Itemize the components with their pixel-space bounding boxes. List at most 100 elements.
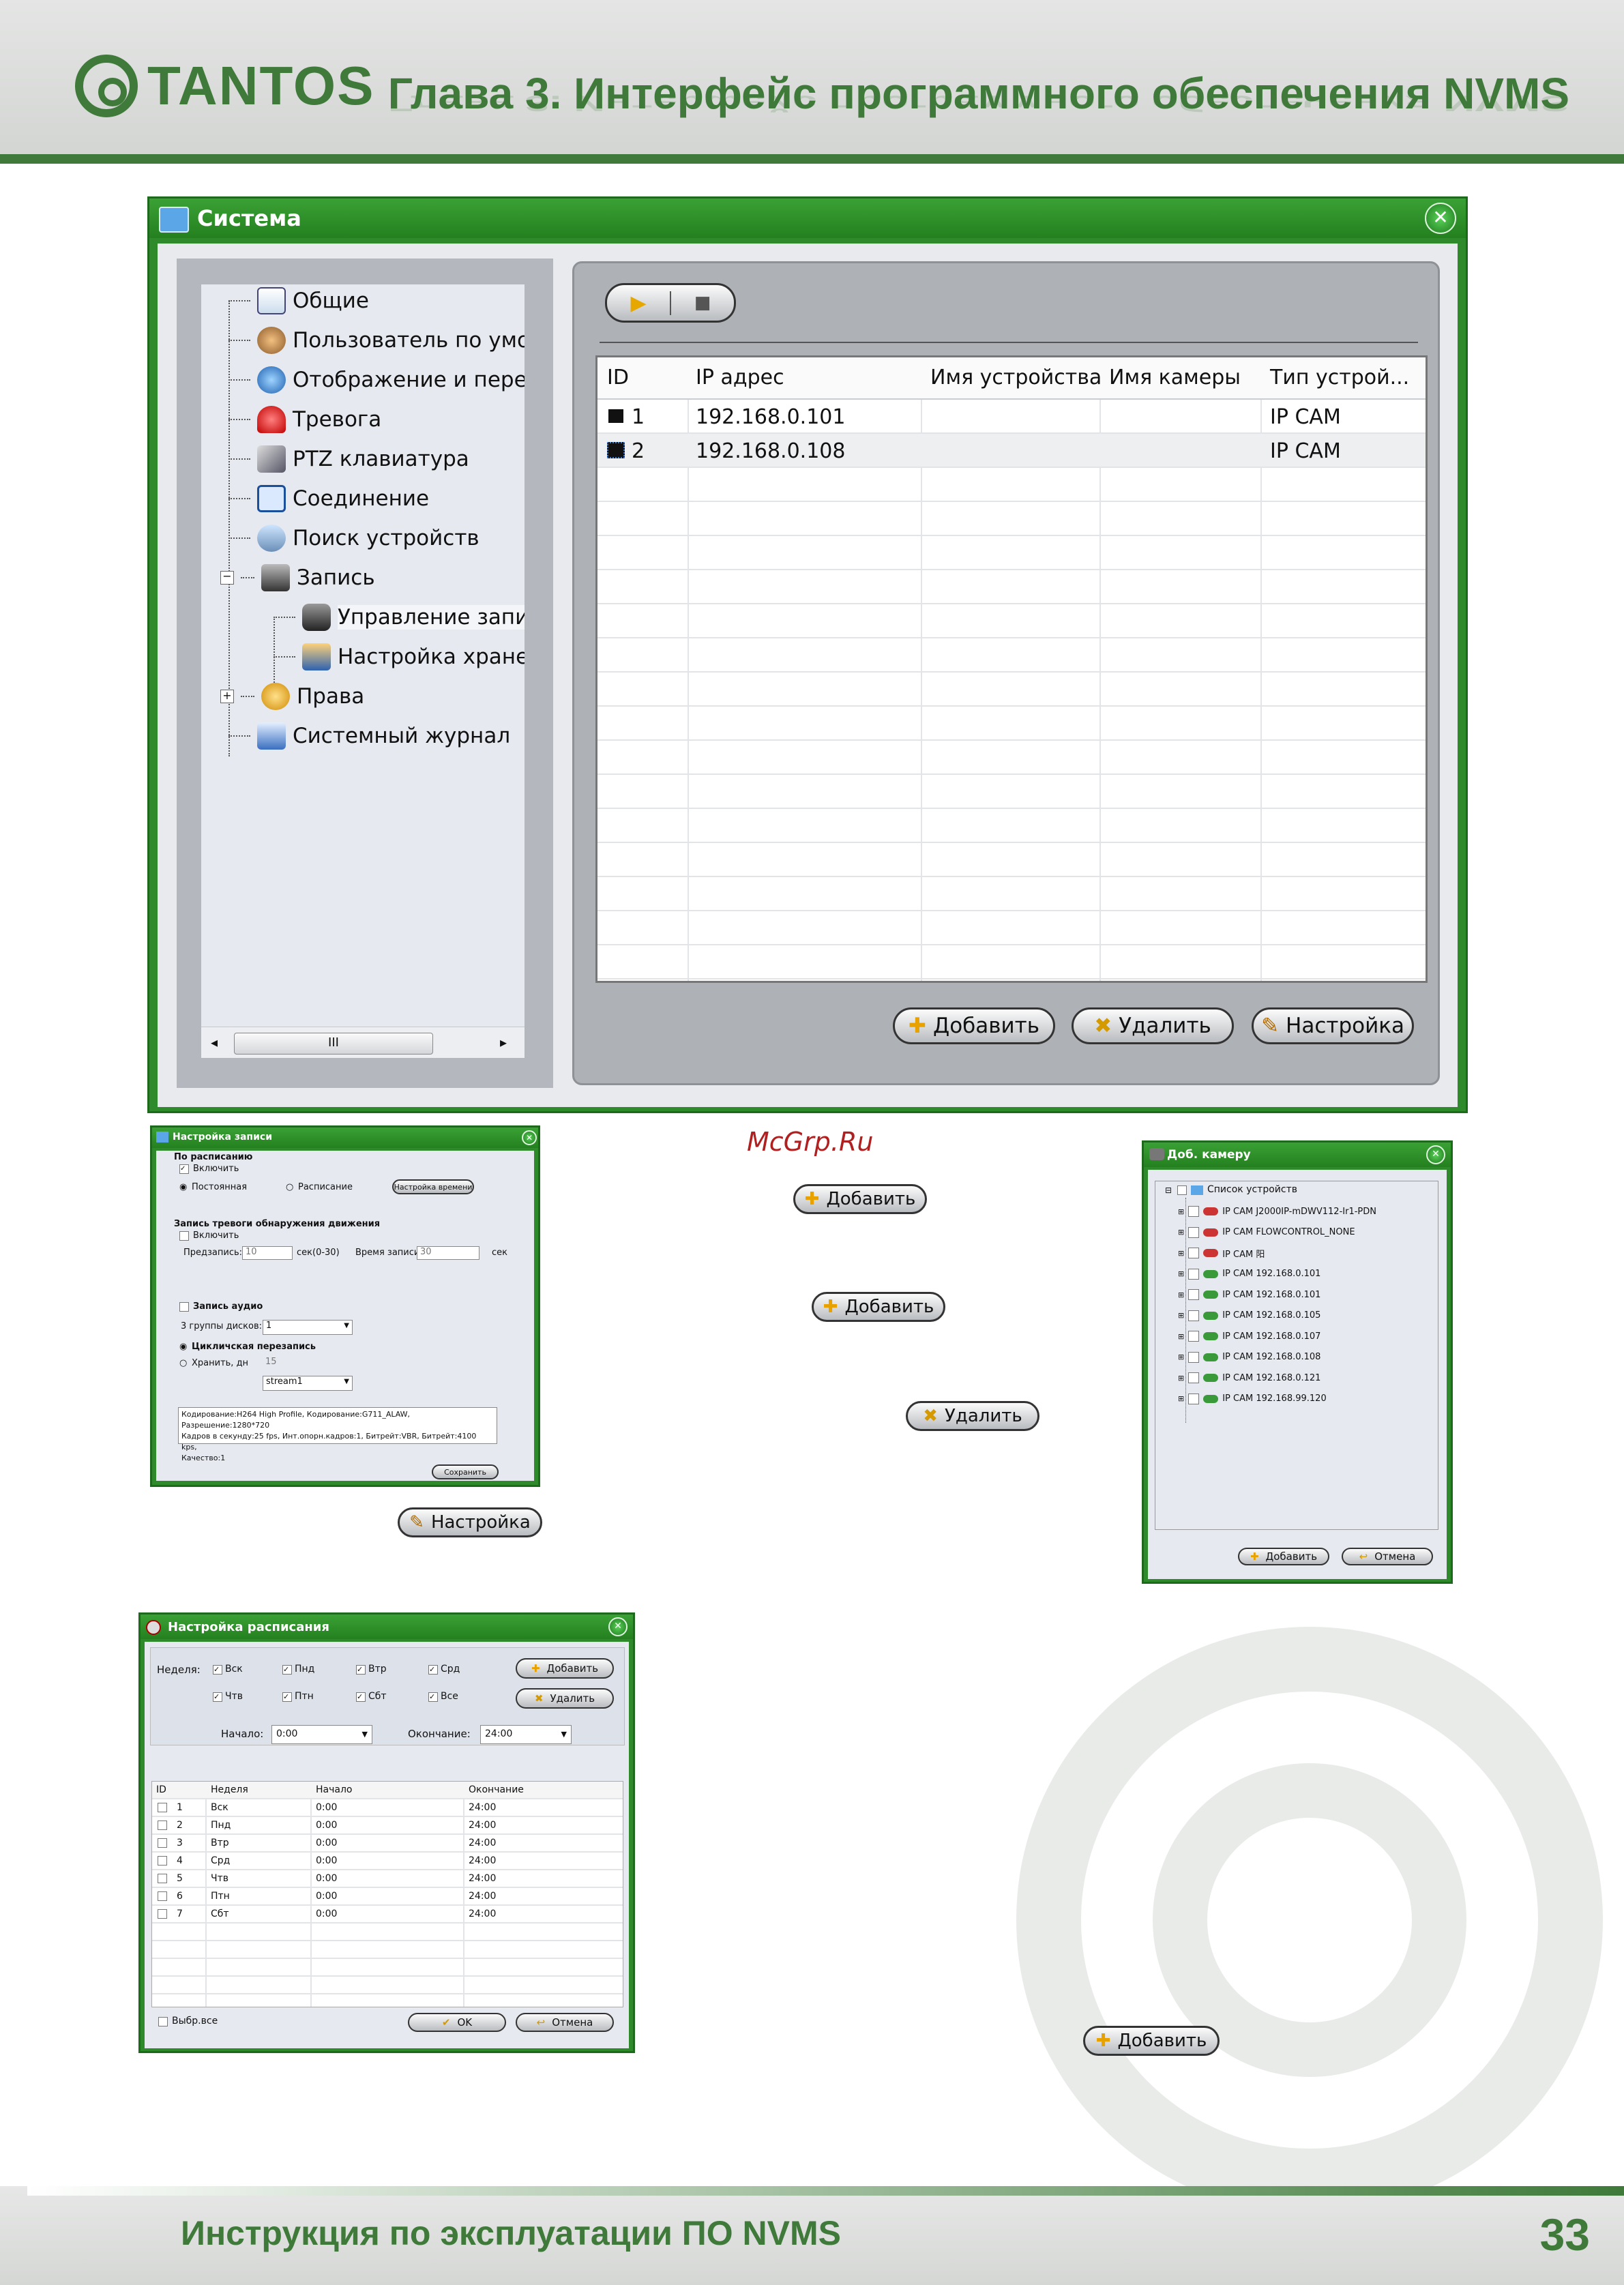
table-row[interactable]: 5 Чтв 0:00 24:00 [152,1870,623,1888]
camera-list-item[interactable]: ⊞ IP CAM 192.168.0.108 [1178,1350,1320,1365]
tree-item-record-management[interactable]: Управление запис [274,604,525,631]
schedule-add-button[interactable]: ✚ Добавить [516,1658,614,1679]
collapse-icon[interactable]: − [220,571,234,585]
table-row[interactable]: 4 Срд 0:00 24:00 [152,1853,623,1870]
close-icon[interactable]: ✕ [1426,1145,1445,1164]
table-row[interactable]: 2 192.168.0.108 IP CAM [597,434,1426,468]
camera-list-item[interactable]: ⊞ IP CAM J2000IP-mDWV112-Ir1-PDN [1178,1204,1376,1219]
add-camera-add-button[interactable]: ✚ Добавить [1238,1548,1329,1565]
tree-item-device-search[interactable]: Поиск устройств [228,525,479,552]
day-all-checkbox[interactable]: ✓ [428,1692,438,1702]
col-id[interactable]: ID [607,366,629,389]
keep-days-radio[interactable]: ○ [179,1358,187,1368]
add-camera-cancel-button[interactable]: ↩ Отмена [1342,1548,1433,1565]
day-tue-checkbox[interactable]: ✓ [356,1665,366,1675]
camera-checkbox[interactable] [1188,1248,1200,1258]
camera-list-item[interactable]: ⊞ IP CAM 192.168.0.121 [1178,1370,1320,1385]
tree-item-alarm[interactable]: Тревога [228,406,381,433]
tree-item-general[interactable]: Общие [228,287,369,314]
record-time-input[interactable]: 30 [417,1246,479,1260]
camera-checkbox[interactable] [1188,1268,1200,1280]
schedule-radio[interactable]: ○ [286,1182,293,1192]
delete-button[interactable]: ✖ Удалить [1072,1007,1234,1044]
save-button[interactable]: Сохранить [432,1464,499,1479]
camera-checkbox[interactable] [1188,1226,1200,1238]
table-row[interactable]: 2 Пнд 0:00 24:00 [152,1817,623,1835]
day-sun-checkbox[interactable]: ✓ [213,1665,222,1675]
col-ip[interactable]: IP адрес [696,366,784,389]
table-row[interactable]: 3 Втр 0:00 24:00 [152,1835,623,1853]
expand-icon[interactable]: + [220,690,234,703]
close-icon[interactable]: ✕ [1425,203,1456,234]
stop-icon[interactable]: ■ [671,293,734,313]
end-time-select[interactable]: 24:00 ▼ [480,1725,572,1744]
scrollbar-thumb[interactable]: III [234,1033,433,1055]
table-row[interactable]: 7 Сбт 0:00 24:00 [152,1906,623,1923]
expand-icon[interactable]: ⊞ [1178,1311,1184,1320]
audio-checkbox[interactable] [179,1302,189,1312]
settings-button-sample[interactable]: ✎ Настройка [398,1507,542,1537]
play-icon[interactable]: ▶ [607,291,671,315]
camera-list-item[interactable]: ⊞ IP CAM 192.168.0.101 [1178,1267,1320,1282]
close-icon[interactable]: ✕ [608,1617,628,1636]
add-button-sample-2[interactable]: ✚ Добавить [812,1292,945,1322]
camera-checkbox[interactable] [1188,1289,1200,1300]
camera-list-item[interactable]: ⊞ IP CAM 192.168.99.120 [1178,1391,1327,1406]
add-button-sample-1[interactable]: ✚ Добавить [793,1184,927,1214]
expand-icon[interactable]: ⊞ [1178,1353,1184,1361]
col-camera-name[interactable]: Имя камеры [1109,366,1241,389]
tree-item-recording[interactable]: − Запись [220,564,375,591]
camera-list-item[interactable]: ⊞ IP CAM 192.168.0.107 [1178,1329,1320,1344]
cyclic-radio[interactable]: ◉ [179,1342,187,1352]
constant-radio[interactable]: ◉ [179,1182,187,1192]
disk-group-select[interactable]: 1 ▼ [263,1320,353,1335]
camera-checkbox[interactable] [1188,1372,1200,1383]
camera-checkbox[interactable] [1188,1351,1200,1363]
expand-icon[interactable]: ⊞ [1178,1394,1184,1403]
camera-checkbox[interactable] [1188,1206,1200,1217]
camera-checkbox[interactable] [1188,1310,1200,1321]
close-icon[interactable]: ✕ [522,1130,537,1145]
day-mon-checkbox[interactable]: ✓ [282,1665,292,1675]
camera-checkbox[interactable] [1188,1393,1200,1404]
tree-item-default-user[interactable]: Пользователь по умол [228,327,525,354]
delete-button-sample[interactable]: ✖ Удалить [906,1401,1039,1431]
tree-item-ptz[interactable]: PTZ клавиатура [228,445,469,473]
scroll-left-icon[interactable]: ◂ [211,1034,218,1050]
col-device-name[interactable]: Имя устройства [930,366,1102,389]
select-all-checkbox[interactable] [158,2017,168,2026]
day-thu-checkbox[interactable]: ✓ [213,1692,222,1702]
prerecord-input[interactable]: 10 [242,1246,293,1260]
day-wed-checkbox[interactable]: ✓ [428,1665,438,1675]
schedule-ok-button[interactable]: ✔ OK [408,2013,506,2032]
tree-item-system-log[interactable]: Системный журнал [228,722,510,750]
camera-list-item[interactable]: ⊞ IP CAM 192.168.0.101 [1178,1287,1320,1302]
expand-icon[interactable]: ⊞ [1178,1291,1184,1299]
schedule-settings-button[interactable]: Настройка времени [392,1179,474,1194]
expand-icon[interactable]: ⊞ [1178,1269,1184,1278]
expand-icon[interactable]: ⊞ [1178,1228,1184,1237]
expand-icon[interactable]: ⊞ [1178,1249,1184,1258]
tree-item-storage[interactable]: Настройка хранен [274,643,525,670]
enable-schedule-checkbox[interactable]: ✓ [179,1164,189,1174]
expand-icon[interactable]: ⊞ [1178,1374,1184,1383]
table-row[interactable]: 1 192.168.0.101 IP CAM [597,400,1426,434]
camera-checkbox[interactable] [1188,1331,1200,1342]
enable-motion-checkbox[interactable] [179,1231,189,1241]
scroll-right-icon[interactable]: ▸ [500,1034,507,1050]
stream-select[interactable]: stream1 ▼ [263,1376,353,1391]
table-row[interactable]: 1 Вск 0:00 24:00 [152,1799,623,1817]
add-button[interactable]: ✚ Добавить [893,1007,1055,1044]
schedule-cancel-button[interactable]: ↩ Отмена [516,2013,614,2032]
camera-list-item[interactable]: ⊞ IP CAM FLOWCONTROL_NONE [1178,1225,1355,1240]
table-row[interactable]: 6 Птн 0:00 24:00 [152,1888,623,1906]
expand-icon[interactable]: ⊞ [1178,1332,1184,1341]
schedule-delete-button[interactable]: ✖ Удалить [516,1688,614,1709]
add-button-sample-3[interactable]: ✚ Добавить [1083,2026,1220,2056]
tree-horizontal-scrollbar[interactable]: ◂ III ▸ [201,1027,525,1058]
settings-button[interactable]: ✎ Настройка [1252,1007,1414,1044]
start-time-select[interactable]: 0:00 ▼ [271,1725,372,1744]
day-sat-checkbox[interactable]: ✓ [356,1692,366,1702]
keep-days-input[interactable]: 15 [265,1357,277,1367]
expand-icon[interactable]: ⊞ [1178,1207,1184,1216]
